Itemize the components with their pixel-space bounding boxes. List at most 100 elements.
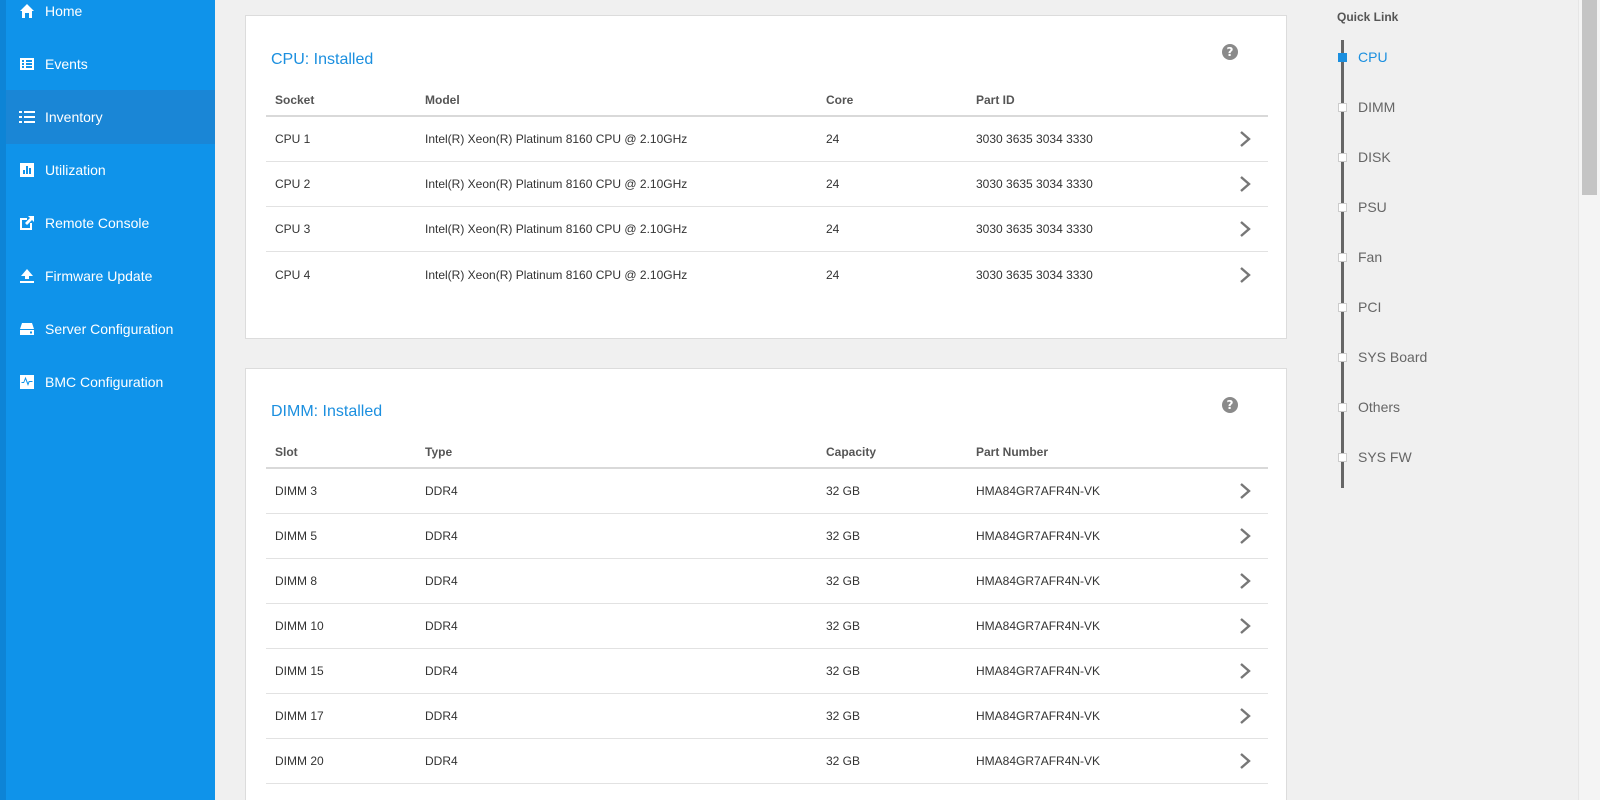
chevron-right-icon[interactable] <box>1222 131 1268 147</box>
nav-utilization[interactable]: Utilization <box>6 143 215 197</box>
dimm-table: Slot Type Capacity Part Number DIMM 3 DD… <box>266 437 1268 784</box>
quick-link-marker <box>1338 52 1347 62</box>
cell-core: 24 <box>826 132 840 146</box>
table-row[interactable]: DIMM 8 DDR4 32 GB HMA84GR7AFR4N-VK <box>266 559 1268 604</box>
quick-link-label: SYS Board <box>1358 349 1428 365</box>
table-header: Slot Type Capacity Part Number <box>266 437 1268 469</box>
quick-link-label: PCI <box>1358 299 1382 315</box>
cell-model: Intel(R) Xeon(R) Platinum 8160 CPU @ 2.1… <box>425 267 688 282</box>
quick-link-sys-fw[interactable]: SYS FW <box>1338 449 1412 465</box>
nav-remote-console[interactable]: Remote Console <box>6 196 215 250</box>
column-header: Slot <box>275 445 298 459</box>
upload-icon <box>19 268 35 284</box>
cell-slot: DIMM 3 <box>275 484 317 498</box>
quick-link-pci[interactable]: PCI <box>1338 299 1381 315</box>
scrollbar[interactable] <box>1578 0 1600 800</box>
cell-capacity: 32 GB <box>826 664 861 678</box>
quick-link-others[interactable]: Others <box>1338 399 1400 415</box>
help-icon[interactable]: ? <box>1222 397 1238 413</box>
chart-icon <box>19 162 35 178</box>
cell-slot: DIMM 15 <box>275 664 324 678</box>
quick-link-marker <box>1338 252 1347 262</box>
table-row[interactable]: CPU 1 Intel(R) Xeon(R) Platinum 8160 CPU… <box>266 117 1268 162</box>
table-row[interactable]: DIMM 17 DDR4 32 GB HMA84GR7AFR4N-VK <box>266 694 1268 739</box>
cell-part-number: HMA84GR7AFR4N-VK <box>976 529 1101 543</box>
chevron-right-icon[interactable] <box>1222 708 1268 724</box>
quick-link-sys-board[interactable]: SYS Board <box>1338 349 1427 365</box>
nav-firmware-update[interactable]: Firmware Update <box>6 249 215 303</box>
nav-inventory[interactable]: Inventory <box>6 90 215 144</box>
sidebar: Home Events Inventory Utilization Remote… <box>0 0 215 800</box>
nav-server-configuration[interactable]: Server Configuration <box>6 302 215 356</box>
cell-capacity: 32 GB <box>826 529 861 543</box>
quick-link-label: Others <box>1358 399 1401 415</box>
chevron-right-icon[interactable] <box>1222 573 1268 589</box>
cell-model: Intel(R) Xeon(R) Platinum 8160 CPU @ 2.1… <box>425 177 688 191</box>
cell-part-id: 3030 3635 3034 3330 <box>976 132 1093 146</box>
column-header: Type <box>425 445 453 459</box>
home-icon <box>19 3 35 19</box>
table-row[interactable]: CPU 2 Intel(R) Xeon(R) Platinum 8160 CPU… <box>266 162 1268 207</box>
external-link-icon <box>19 215 35 231</box>
nav-label: Home <box>45 3 83 19</box>
table-row[interactable]: DIMM 10 DDR4 32 GB HMA84GR7AFR4N-VK <box>266 604 1268 649</box>
cell-slot: DIMM 20 <box>275 754 324 768</box>
cpu-panel-title: CPU: Installed <box>271 51 374 68</box>
table-row[interactable]: DIMM 3 DDR4 32 GB HMA84GR7AFR4N-VK <box>266 469 1268 514</box>
cell-type: DDR4 <box>425 484 458 498</box>
cell-part-number: HMA84GR7AFR4N-VK <box>976 664 1101 678</box>
cell-capacity: 32 GB <box>826 709 861 723</box>
quick-link-marker <box>1338 202 1347 212</box>
quick-link-title: Quick Link <box>1337 10 1399 24</box>
column-header: Part Number <box>976 445 1049 459</box>
quick-link-psu[interactable]: PSU <box>1338 199 1387 215</box>
cpu-panel: CPU: Installed ? Socket Model Core Part … <box>245 15 1287 339</box>
cell-socket: CPU 1 <box>275 132 311 146</box>
table-row[interactable]: DIMM 20 DDR4 32 GB HMA84GR7AFR4N-VK <box>266 739 1268 784</box>
cell-model: Intel(R) Xeon(R) Platinum 8160 CPU @ 2.1… <box>425 132 688 146</box>
nav-bmc-configuration[interactable]: BMC Configuration <box>6 355 215 409</box>
quick-link-marker <box>1338 302 1347 312</box>
table-row[interactable]: CPU 4 Intel(R) Xeon(R) Platinum 8160 CPU… <box>266 252 1268 297</box>
cell-slot: DIMM 17 <box>275 709 324 723</box>
table-row[interactable]: DIMM 5 DDR4 32 GB HMA84GR7AFR4N-VK <box>266 514 1268 559</box>
quick-link-fan[interactable]: Fan <box>1338 249 1382 265</box>
cell-slot: DIMM 5 <box>275 529 317 543</box>
nav-label: Firmware Update <box>45 268 153 284</box>
chevron-right-icon[interactable] <box>1222 753 1268 769</box>
quick-link-marker <box>1338 102 1347 112</box>
scrollbar-thumb[interactable] <box>1582 0 1597 195</box>
quick-link-marker <box>1338 452 1347 462</box>
chevron-right-icon[interactable] <box>1222 618 1268 634</box>
nav-home[interactable]: Home <box>6 0 215 38</box>
cell-part-number: HMA84GR7AFR4N-VK <box>976 709 1101 723</box>
chevron-right-icon[interactable] <box>1222 266 1268 283</box>
events-icon <box>19 56 35 72</box>
nav-label: Server Configuration <box>45 321 174 337</box>
quick-link-label: Fan <box>1358 249 1383 265</box>
cell-core: 24 <box>826 222 840 236</box>
cell-type: DDR4 <box>425 664 458 678</box>
cell-core: 24 <box>826 267 840 282</box>
column-header: Core <box>826 93 854 107</box>
quick-link-label: CPU <box>1358 49 1388 65</box>
cell-core: 24 <box>826 177 840 191</box>
table-row[interactable]: CPU 3 Intel(R) Xeon(R) Platinum 8160 CPU… <box>266 207 1268 252</box>
cell-capacity: 32 GB <box>826 754 861 768</box>
quick-link-disk[interactable]: DISK <box>1338 149 1391 165</box>
chevron-right-icon[interactable] <box>1222 483 1268 499</box>
cell-socket: CPU 2 <box>275 177 311 191</box>
chevron-right-icon[interactable] <box>1222 176 1268 192</box>
quick-link-dimm[interactable]: DIMM <box>1338 99 1395 115</box>
nav-label: Events <box>45 56 88 72</box>
chevron-right-icon[interactable] <box>1222 221 1268 237</box>
cell-capacity: 32 GB <box>826 484 861 498</box>
nav-events[interactable]: Events <box>6 37 215 91</box>
quick-link-label: DISK <box>1358 149 1391 165</box>
chevron-right-icon[interactable] <box>1222 663 1268 679</box>
help-icon[interactable]: ? <box>1222 44 1238 60</box>
chevron-right-icon[interactable] <box>1222 528 1268 544</box>
table-row[interactable]: DIMM 15 DDR4 32 GB HMA84GR7AFR4N-VK <box>266 649 1268 694</box>
quick-link-label: SYS FW <box>1358 449 1412 465</box>
quick-link-cpu[interactable]: CPU <box>1338 49 1388 65</box>
